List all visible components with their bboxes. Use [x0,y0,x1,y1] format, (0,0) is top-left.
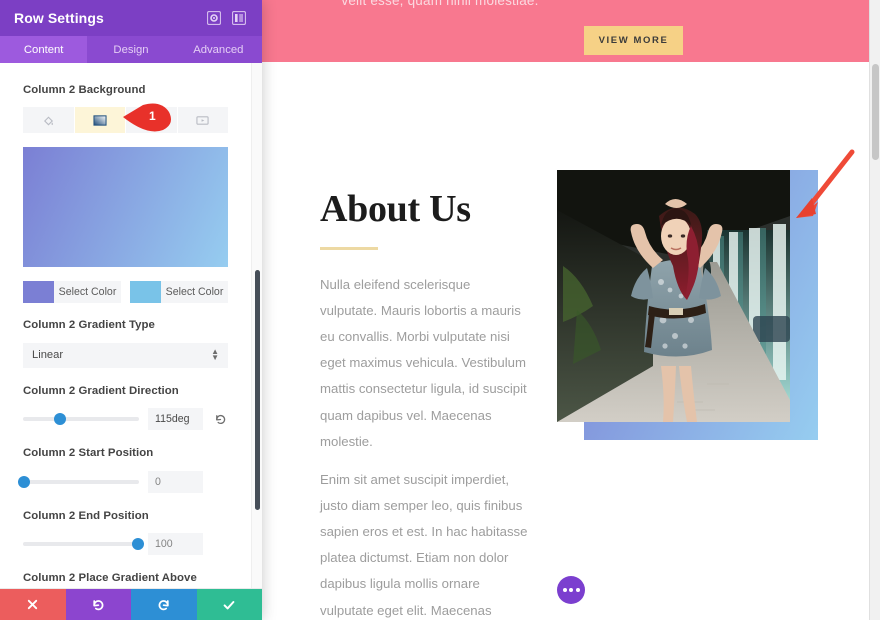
panel-scroll-area: Column 2 Background Select Color Select … [0,63,251,588]
panel-footer [0,589,262,620]
redo-button[interactable] [131,589,197,620]
gradient-type-select[interactable]: Linear [23,342,228,368]
panel-scrollbar[interactable] [251,63,262,588]
dot-icon [575,588,580,592]
gradient-direction-knob[interactable] [54,413,67,426]
color-swatch-1[interactable] [23,281,54,304]
gradient-direction-label: Column 2 Gradient Direction [23,384,179,397]
gradient-icon [93,115,107,126]
image-icon [145,115,158,126]
panel-title: Row Settings [14,10,104,26]
about-paragraph-2: Enim sit amet suscipit imperdiet, justo … [320,471,528,618]
save-button[interactable] [196,589,262,620]
dot-icon [569,588,573,592]
cancel-button[interactable] [0,589,66,620]
photo-artwork [557,170,790,422]
place-gradient-above-label: Column 2 Place Gradient Above Background… [23,571,197,588]
gradient-direction-reset-button[interactable] [212,413,228,426]
color-fill-icon [43,116,53,126]
gradient-type-field: Linear ▲ ▼ [23,342,228,368]
start-position-row: 0 [18,470,228,493]
annotation-arrow-icon [786,148,860,224]
tab-content[interactable]: Content [0,36,88,63]
end-position-value[interactable]: 100 [148,532,203,555]
end-position-label: Column 2 End Position [23,509,149,522]
about-paragraph-1: Nulla eleifend scelerisque vulputate. Ma… [320,276,527,449]
background-type-image[interactable] [126,107,177,134]
close-icon [28,599,38,610]
start-position-label: Column 2 Start Position [23,447,154,460]
tab-advanced[interactable]: Advanced [175,36,262,63]
undo-button[interactable] [65,589,131,620]
redo-icon [158,599,169,610]
page-scrollbar[interactable] [869,0,880,620]
end-position-knob[interactable] [131,537,144,550]
gradient-color-2: Select Color [130,281,228,304]
start-position-slider[interactable] [18,475,139,488]
tab-design[interactable]: Design [87,36,174,63]
color-swatch-2[interactable] [130,281,161,304]
page-settings-fab[interactable] [557,576,585,604]
about-divider [320,246,378,250]
panel-scrollbar-thumb[interactable] [255,270,260,510]
select-color-button-2[interactable]: Select Color [161,281,228,304]
start-position-knob[interactable] [18,475,31,488]
background-type-gradient[interactable] [74,107,125,134]
gradient-preview[interactable] [23,147,228,268]
view-more-button[interactable]: VIEW MORE [584,26,683,55]
woman-in-tunnel-photo [557,170,790,422]
undo-icon [93,599,104,610]
background-type-color-fill[interactable] [23,107,74,134]
gradient-direction-row: 115deg [23,408,228,431]
end-position-slider[interactable] [23,537,144,550]
column-2-background-label: Column 2 Background [23,84,146,96]
dot-icon [562,588,567,592]
video-icon [196,116,209,125]
gradient-direction-slider[interactable] [23,413,139,426]
panel-tabs: Content Design Advanced [0,36,262,63]
select-color-button-1[interactable]: Select Color [54,281,121,304]
background-type-tabs [23,107,228,134]
screenshot-root: velit esse, quam nihil molestiae. VIEW M… [0,0,880,620]
panel-body: Column 2 Background Select Color Select … [0,63,262,589]
gradient-color-row: Select Color Select Color [23,281,228,304]
check-icon [223,600,235,609]
about-section: About Us Nulla eleifend scelerisque vulp… [320,188,530,620]
background-type-video[interactable] [177,107,228,134]
gradient-direction-value[interactable]: 115deg [148,408,203,431]
undo-icon [215,414,225,424]
page-scrollbar-thumb[interactable] [872,64,879,160]
about-title: About Us [320,188,471,230]
gradient-type-label: Column 2 Gradient Type [23,319,155,332]
start-position-value[interactable]: 0 [148,470,203,493]
target-icon[interactable] [205,9,223,27]
panel-header: Row Settings [0,0,262,36]
gradient-color-1: Select Color [23,281,121,304]
row-settings-panel: Row Settings Content Design Advanced Col… [0,0,262,620]
layout-columns-icon[interactable] [230,9,248,27]
end-position-row: 100 [23,532,228,555]
